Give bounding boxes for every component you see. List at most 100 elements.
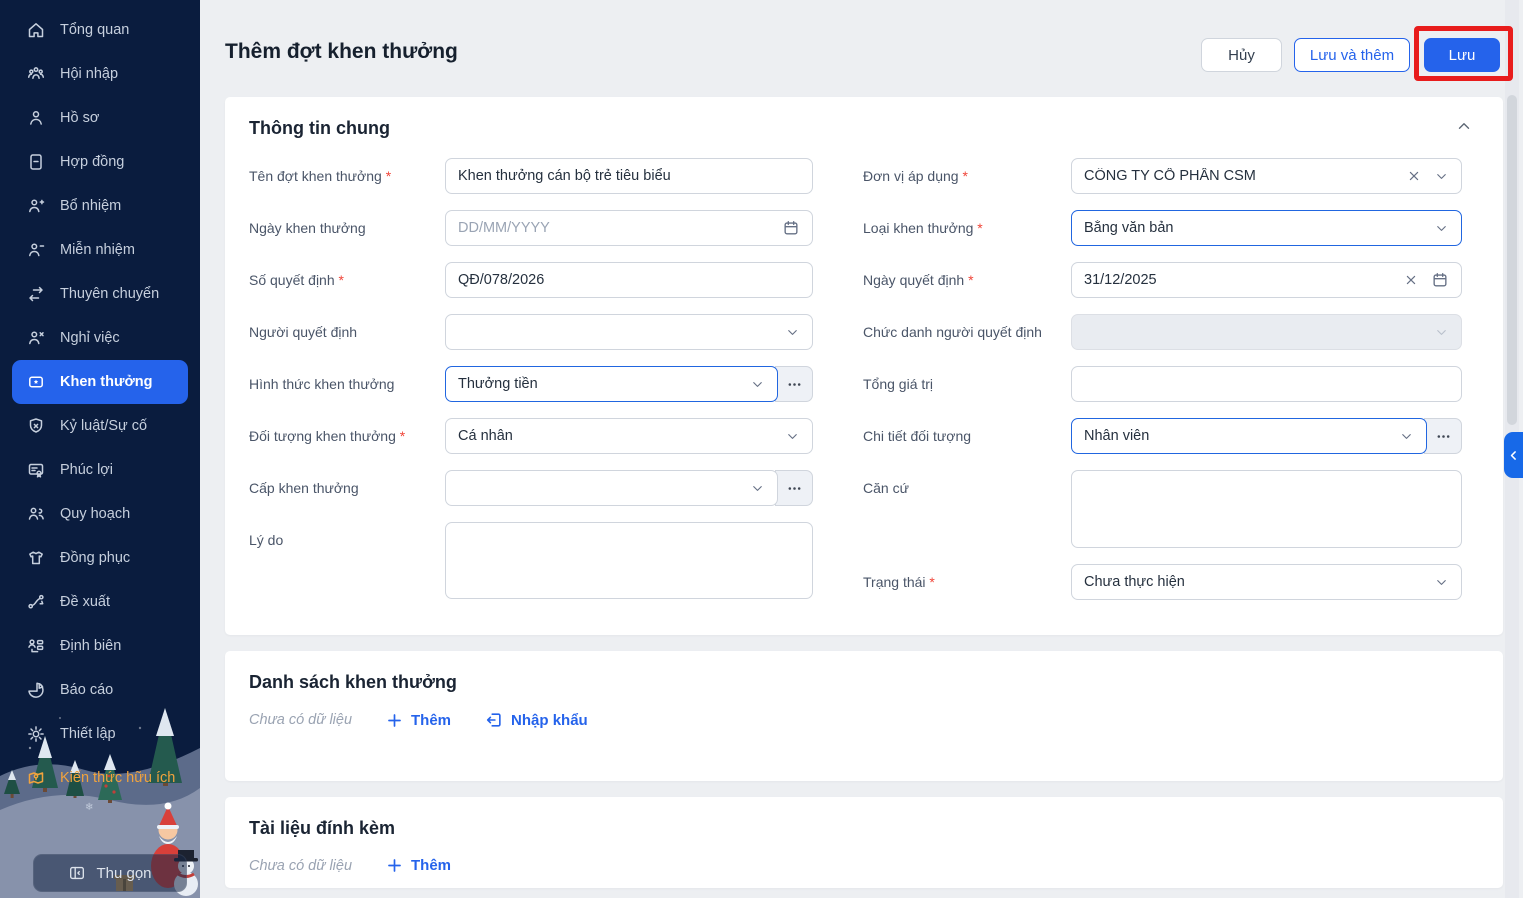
import-icon <box>486 713 501 727</box>
sidebar-item-label: Tổng quan <box>60 22 130 38</box>
hinh-thuc-select[interactable]: Thưởng tiền <box>445 366 778 402</box>
field-label: Tên đợt khen thưởng <box>249 158 445 185</box>
sidebar-item-label: Kỷ luật/Sự cố <box>60 418 148 434</box>
sidebar-item-tong-quan[interactable]: Tổng quan <box>0 8 200 52</box>
form-right-column: Đơn vị áp dụng CÔNG TY CỔ PHẦN CSM Loại … <box>863 158 1462 616</box>
sidebar-item-khen-thuong[interactable]: Khen thưởng <box>12 360 188 404</box>
field-label: Loại khen thưởng <box>863 210 1071 237</box>
dismissal-icon <box>29 243 45 257</box>
field-label: Tổng giá trị <box>863 376 934 392</box>
sidebar-item-thiet-lap[interactable]: Thiết lập <box>0 712 200 756</box>
cap-khen-thuong-more-button[interactable] <box>775 470 813 506</box>
nguoi-quyet-dinh-select[interactable] <box>445 314 813 350</box>
sidebar-item-quy-hoach[interactable]: Quy hoạch <box>0 492 200 536</box>
hinh-thuc-more-button[interactable] <box>775 366 813 402</box>
ten-dot-input[interactable] <box>458 168 800 184</box>
clear-x-icon[interactable] <box>1406 168 1422 184</box>
scrollbar-thumb[interactable] <box>1507 95 1517 425</box>
so-quyet-dinh-wrap <box>445 262 813 298</box>
chi-tiet-doi-tuong-more-button[interactable] <box>1424 418 1462 454</box>
field-label: Đơn vị áp dụng <box>863 158 1071 185</box>
reward-list-card: Danh sách khen thưởng Chưa có dữ liệu Th… <box>225 651 1503 781</box>
sidebar-item-kien-thuc[interactable]: Kiến thức hữu ích <box>0 756 200 800</box>
so-quyet-dinh-input[interactable] <box>458 272 800 288</box>
save-button[interactable]: Lưu <box>1424 38 1500 72</box>
sidebar-item-phuc-loi[interactable]: Phúc lợi <box>0 448 200 492</box>
sidebar-item-label: Bổ nhiệm <box>60 198 122 214</box>
sidebar-item-hop-dong[interactable]: Hợp đồng <box>0 140 200 184</box>
sidebar-item-label: Đồng phục <box>60 550 131 566</box>
discipline-icon <box>29 418 43 433</box>
trang-thai-select[interactable]: Chưa thực hiện <box>1071 564 1462 600</box>
planning-icon <box>28 507 44 520</box>
calendar-icon[interactable] <box>782 219 800 237</box>
sidebar-item-dong-phuc[interactable]: Đồng phục <box>0 536 200 580</box>
field-cap-khen-thuong: Cấp khen thưởng <box>249 470 813 506</box>
don-vi-select[interactable]: CÔNG TY CỔ PHẦN CSM <box>1071 158 1462 194</box>
field-label: Ngày khen thưởng <box>249 220 366 236</box>
import-reward-button[interactable]: Nhập khẩu <box>485 711 588 729</box>
ellipsis-icon <box>788 382 800 386</box>
ngay-khen-thuong-input[interactable] <box>458 220 782 236</box>
benefits-icon <box>28 463 44 478</box>
collapse-label: Thu gọn <box>96 864 152 882</box>
knowledge-icon <box>28 772 44 784</box>
loai-khen-thuong-select[interactable]: Bằng văn bản <box>1071 210 1462 246</box>
sidebar-item-ky-luat[interactable]: Kỷ luật/Sự cố <box>0 404 200 448</box>
chi-tiet-doi-tuong-select[interactable]: Nhân viên <box>1071 418 1427 454</box>
save-and-add-button[interactable]: Lưu và thêm <box>1294 38 1410 72</box>
field-loai-khen-thuong: Loại khen thưởng Bằng văn bản <box>863 210 1462 246</box>
can-cu-textarea[interactable] <box>1071 470 1462 548</box>
sidebar-item-hoi-nhap[interactable]: Hội nhập <box>0 52 200 96</box>
field-tong-gia-tri: Tổng giá trị <box>863 366 1462 402</box>
select-value: Bằng văn bản <box>1084 220 1174 236</box>
sidebar-collapse-button[interactable]: Thu gọn <box>33 854 187 892</box>
cancel-button[interactable]: Hủy <box>1201 38 1282 72</box>
select-value: Nhân viên <box>1084 428 1150 444</box>
chevron-up-icon[interactable] <box>1455 117 1473 135</box>
ten-dot-input-wrap <box>445 158 813 194</box>
sidebar: Tổng quan Hội nhập Hồ sơ Hợp đồng Bổ nhi… <box>0 0 200 898</box>
ngay-quyet-dinh-wrap <box>1071 262 1462 298</box>
transfer-icon <box>29 286 43 302</box>
sidebar-item-label: Phúc lợi <box>60 462 114 478</box>
sidebar-item-ho-so[interactable]: Hồ sơ <box>0 96 200 140</box>
sidebar-item-nghi-viec[interactable]: Nghỉ việc <box>0 316 200 360</box>
cap-khen-thuong-select[interactable] <box>445 470 778 506</box>
field-trang-thai: Trạng thái Chưa thực hiện <box>863 564 1462 600</box>
sidebar-item-thuyen-chuyen[interactable]: Thuyên chuyển <box>0 272 200 316</box>
sidebar-item-de-xuat[interactable]: Đề xuất <box>0 580 200 624</box>
add-attachment-button[interactable]: Thêm <box>386 857 451 874</box>
svg-text:❄: ❄ <box>85 802 93 813</box>
chevron-down-icon <box>1437 329 1446 335</box>
field-don-vi: Đơn vị áp dụng CÔNG TY CỔ PHẦN CSM <box>863 158 1462 194</box>
doi-tuong-select[interactable]: Cá nhân <box>445 418 813 454</box>
sidebar-item-label: Hợp đồng <box>60 154 125 170</box>
side-panel-toggle[interactable] <box>1504 432 1523 478</box>
field-can-cu: Căn cứ <box>863 470 1462 548</box>
tong-gia-tri-input[interactable] <box>1084 376 1449 392</box>
sidebar-item-mien-nhiem[interactable]: Miễn nhiệm <box>0 228 200 272</box>
field-hinh-thuc: Hình thức khen thưởng Thưởng tiền <box>249 366 813 402</box>
calendar-icon[interactable] <box>1431 271 1449 289</box>
field-label: Chức danh người quyết định <box>863 324 1042 340</box>
field-ngay-quyet-dinh: Ngày quyết định <box>863 262 1462 298</box>
sidebar-item-dinh-bien[interactable]: Định biên <box>0 624 200 668</box>
attachments-card: Tài liệu đính kèm Chưa có dữ liệu Thêm <box>225 797 1503 888</box>
ngay-quyet-dinh-input[interactable] <box>1084 272 1403 288</box>
proposal-icon <box>28 594 44 609</box>
select-value: Chưa thực hiện <box>1084 574 1185 590</box>
sidebar-item-label: Miễn nhiệm <box>60 242 135 258</box>
ly-do-textarea[interactable] <box>445 522 813 599</box>
sidebar-item-bo-nhiem[interactable]: Bổ nhiệm <box>0 184 200 228</box>
general-info-form: Tên đợt khen thưởng Ngày khen thưởng Số … <box>249 158 1479 616</box>
add-reward-button[interactable]: Thêm <box>386 712 451 729</box>
clear-x-icon[interactable] <box>1403 272 1419 288</box>
reward-list-title: Danh sách khen thưởng <box>249 672 457 692</box>
select-value: CÔNG TY CỔ PHẦN CSM <box>1084 168 1256 184</box>
settings-icon <box>28 726 44 742</box>
sidebar-item-bao-cao[interactable]: Báo cáo <box>0 668 200 712</box>
field-label: Người quyết định <box>249 324 358 340</box>
sidebar-item-label: Hội nhập <box>60 66 119 82</box>
reward-icon <box>29 376 43 388</box>
